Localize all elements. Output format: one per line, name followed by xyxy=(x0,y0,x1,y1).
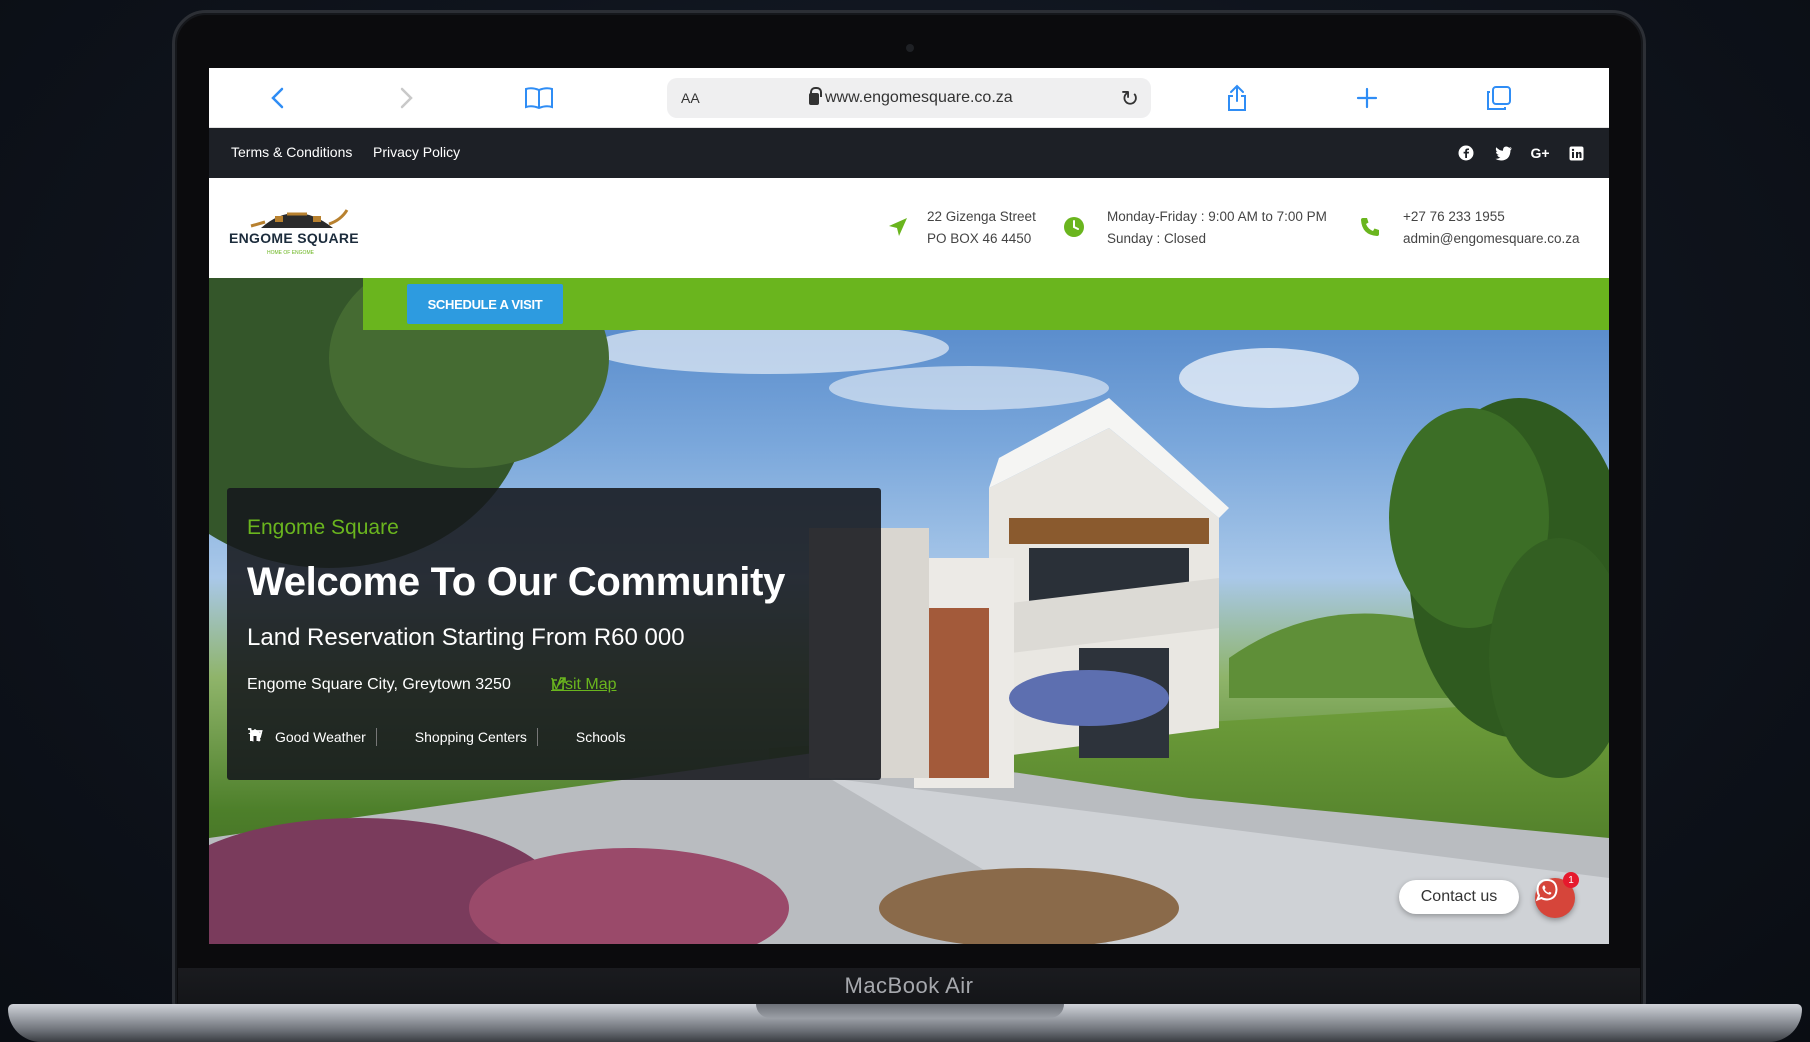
feature-label: Shopping Centers xyxy=(414,729,527,745)
address-block: 22 Gizenga Street PO BOX 46 4450 xyxy=(927,206,1036,250)
address-bar[interactable]: AA www.engomesquare.co.za ↻ xyxy=(667,78,1151,118)
reload-icon[interactable]: ↻ xyxy=(1121,86,1139,112)
address-line-2: PO BOX 46 4450 xyxy=(927,231,1032,246)
screen: AA www.engomesquare.co.za ↻ Terms & Cond… xyxy=(209,68,1609,944)
google-plus-icon[interactable]: G+ xyxy=(1529,142,1551,164)
url-display[interactable]: www.engomesquare.co.za xyxy=(809,87,1013,107)
logo-text: ENGOME SQUARE xyxy=(229,230,359,246)
share-icon[interactable] xyxy=(1221,82,1253,114)
hero-card: Engome Square Welcome To Our Community L… xyxy=(227,488,881,780)
site-header: ENGOME SQUARE HOME OF ENGOME 22 Gizenga … xyxy=(209,178,1609,278)
top-strip: Terms & Conditions Privacy Policy G+ xyxy=(209,128,1609,178)
privacy-link[interactable]: Privacy Policy xyxy=(373,144,460,160)
facebook-icon[interactable] xyxy=(1455,142,1477,164)
hours-line-2: Sunday : Closed xyxy=(1107,231,1207,246)
feature-item: Shopping Centers xyxy=(248,728,538,746)
bookmarks-icon[interactable] xyxy=(523,82,555,114)
hours-block: Monday-Friday : 9:00 AM to 7:00 PM Sunda… xyxy=(1107,206,1327,250)
hero-kicker: Engome Square xyxy=(247,516,399,539)
hero-title: Welcome To Our Community xyxy=(247,560,786,604)
schedule-visit-button[interactable]: SCHEDULE A VISIT xyxy=(407,284,563,324)
feature-item: ✺ Good Weather xyxy=(247,728,377,746)
forward-icon[interactable] xyxy=(391,82,423,114)
external-link-icon xyxy=(552,677,566,691)
hero-section: Engome Square Welcome To Our Community L… xyxy=(209,278,1609,944)
email-address[interactable]: admin@engomesquare.co.za xyxy=(1403,228,1580,250)
lock-icon xyxy=(809,87,822,105)
logo-tagline: HOME OF ENGOME xyxy=(267,250,314,256)
tabs-icon[interactable] xyxy=(1483,82,1515,114)
hero-location: Engome Square City, Greytown 3250 xyxy=(247,676,511,693)
whatsapp-icon xyxy=(1535,878,1558,902)
contact-us-pill[interactable]: Contact us xyxy=(1399,880,1519,914)
hero-subtitle: Land Reservation Starting From R60 000 xyxy=(247,624,685,651)
site-logo[interactable]: ENGOME SQUARE HOME OF ENGOME xyxy=(229,200,371,260)
terms-link[interactable]: Terms & Conditions xyxy=(231,144,352,160)
notification-badge: 1 xyxy=(1563,872,1579,888)
back-icon[interactable] xyxy=(261,82,293,114)
new-tab-icon[interactable] xyxy=(1351,82,1383,114)
feature-label: Good Weather xyxy=(275,729,366,745)
hours-line-1: Monday-Friday : 9:00 AM to 7:00 PM xyxy=(1107,209,1327,224)
feature-item: Schools xyxy=(248,728,636,746)
linkedin-icon[interactable] xyxy=(1565,142,1587,164)
address-line-1: 22 Gizenga Street xyxy=(927,209,1036,224)
browser-toolbar: AA www.engomesquare.co.za ↻ xyxy=(209,68,1609,128)
camera-icon xyxy=(906,44,914,52)
hero-features: ✺ Good Weather Shopping Centers Schools xyxy=(247,728,646,746)
location-arrow-icon xyxy=(885,214,911,240)
school-icon xyxy=(248,728,566,746)
feature-label: Schools xyxy=(575,729,626,745)
phone-number[interactable]: +27 76 233 1955 xyxy=(1403,206,1580,228)
twitter-icon[interactable] xyxy=(1493,142,1515,164)
text-size-button[interactable]: AA xyxy=(681,90,700,106)
contact-block: +27 76 233 1955 admin@engomesquare.co.za xyxy=(1403,206,1580,250)
phone-icon xyxy=(1357,214,1383,240)
device-label: MacBook Air xyxy=(178,968,1640,1004)
clock-icon xyxy=(1061,214,1087,240)
laptop-notch xyxy=(756,1004,1064,1018)
url-text: www.engomesquare.co.za xyxy=(825,89,1013,106)
visit-map-link[interactable]: Visit Map xyxy=(551,676,617,694)
cart-icon xyxy=(248,728,405,746)
